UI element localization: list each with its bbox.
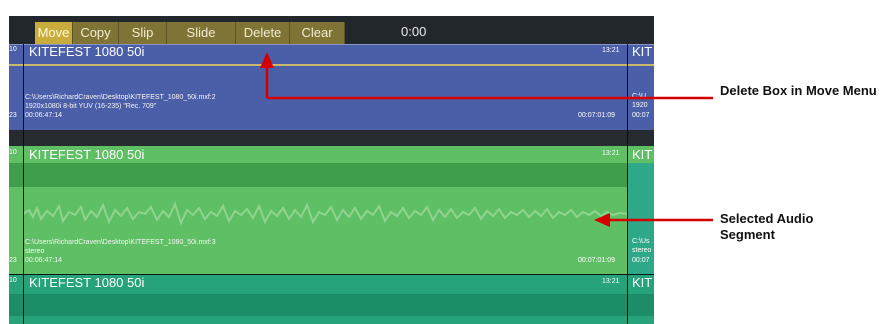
delete-box-annotation: Delete Box in Move Menu	[720, 83, 877, 98]
delete-arrow	[260, 52, 713, 100]
selected-audio-annotation: Selected Audio Segment	[720, 211, 814, 242]
annotation-overlay	[260, 52, 713, 227]
audio-arrow	[594, 213, 713, 227]
